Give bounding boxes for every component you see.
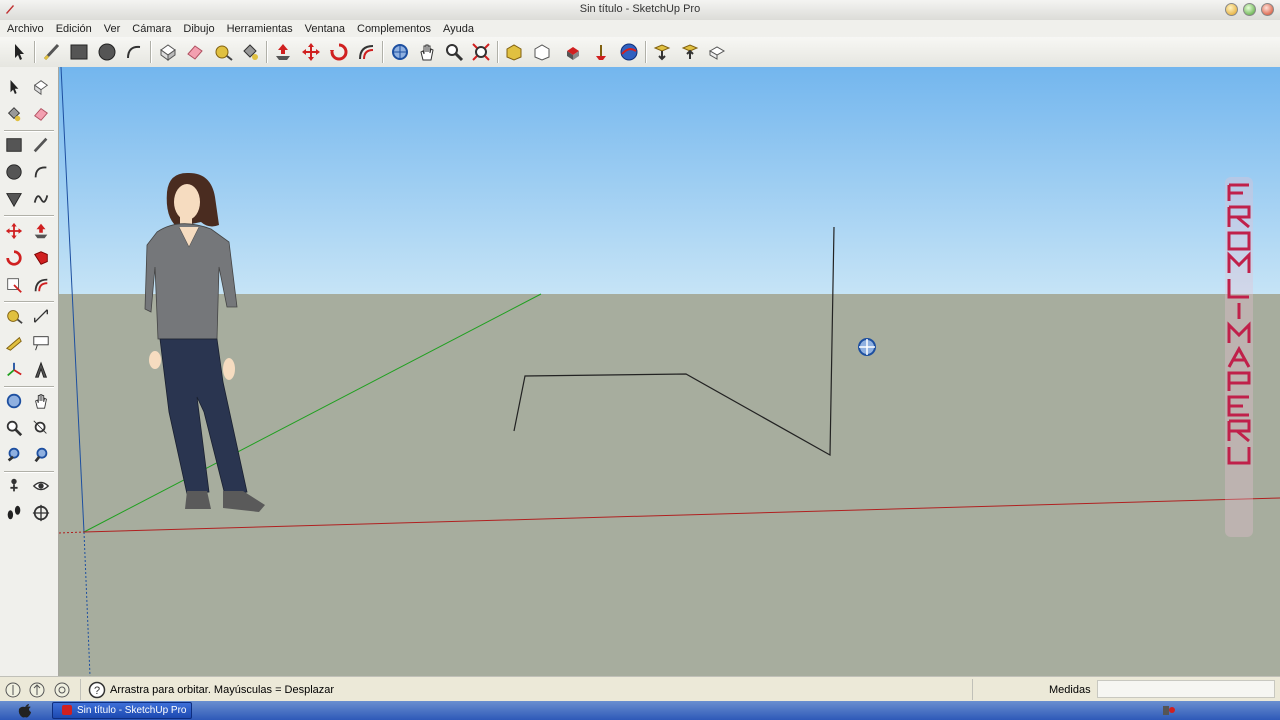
taskbar: Sin título - SketchUp Pro xyxy=(0,701,1280,720)
tape-measure-icon[interactable] xyxy=(211,40,235,64)
maximize-button[interactable] xyxy=(1243,3,1256,16)
menu-complementos[interactable]: Complementos xyxy=(350,23,436,35)
zoom-icon[interactable] xyxy=(2,416,26,440)
push-pull-icon[interactable] xyxy=(271,40,295,64)
zoom-extents-icon[interactable] xyxy=(469,40,493,64)
position-camera-icon[interactable] xyxy=(2,474,26,498)
add-location-icon[interactable] xyxy=(705,40,729,64)
menu-dibujo[interactable]: Dibujo xyxy=(176,23,219,35)
walk-icon[interactable] xyxy=(2,501,26,525)
dimension-icon[interactable] xyxy=(29,304,53,328)
look-around-icon[interactable] xyxy=(29,474,53,498)
freehand-icon[interactable] xyxy=(29,187,53,211)
share-model-icon[interactable] xyxy=(530,40,554,64)
drawing-viewport[interactable] xyxy=(59,67,1280,676)
left-toolbar xyxy=(0,67,59,676)
geolocation-icon[interactable] xyxy=(4,681,22,699)
menu-ver[interactable]: Ver xyxy=(97,23,126,35)
move-icon[interactable] xyxy=(299,40,323,64)
circle-icon[interactable] xyxy=(95,40,119,64)
pan-icon[interactable] xyxy=(29,389,53,413)
measurements-input[interactable] xyxy=(1097,680,1275,698)
menu-edicion[interactable]: Edición xyxy=(49,23,97,35)
axes-icon[interactable] xyxy=(2,358,26,382)
send-to-layout-icon[interactable] xyxy=(617,40,641,64)
extension-warehouse-icon[interactable] xyxy=(589,40,613,64)
zoom-extents-icon[interactable] xyxy=(29,443,53,467)
zoom-icon[interactable] xyxy=(442,40,466,64)
get-models-icon[interactable] xyxy=(502,40,526,64)
tape-measure-icon[interactable] xyxy=(2,304,26,328)
scale-icon[interactable] xyxy=(2,273,26,297)
scene-canvas[interactable] xyxy=(59,67,1280,676)
minimize-button[interactable] xyxy=(1225,3,1238,16)
tray-icon[interactable] xyxy=(1162,704,1176,717)
protractor-icon[interactable] xyxy=(2,331,26,355)
rotate-icon[interactable] xyxy=(2,246,26,270)
paint-bucket-icon[interactable] xyxy=(238,40,262,64)
close-button[interactable] xyxy=(1261,3,1274,16)
share-component-icon[interactable] xyxy=(561,40,585,64)
eraser-icon[interactable] xyxy=(29,102,53,126)
apple-icon[interactable] xyxy=(18,703,32,718)
select-icon[interactable] xyxy=(2,75,26,99)
section-plane-icon[interactable] xyxy=(29,501,53,525)
watermark-logo xyxy=(1225,177,1253,537)
menu-bar: Archivo Edición Ver Cámara Dibujo Herram… xyxy=(0,20,1280,37)
menu-archivo[interactable]: Archivo xyxy=(0,23,49,35)
menu-camara[interactable]: Cámara xyxy=(125,23,176,35)
main-toolbar xyxy=(0,37,1280,68)
offset-icon[interactable] xyxy=(29,273,53,297)
menu-herramientas[interactable]: Herramientas xyxy=(220,23,298,35)
credits-icon[interactable] xyxy=(28,681,46,699)
select-icon[interactable] xyxy=(7,40,31,64)
rotate-icon[interactable] xyxy=(327,40,351,64)
photo-textures-icon[interactable] xyxy=(678,40,702,64)
rectangle-icon[interactable] xyxy=(2,133,26,157)
zoom-window-icon[interactable] xyxy=(29,416,53,440)
svg-text:?: ? xyxy=(94,685,100,697)
menu-ventana[interactable]: Ventana xyxy=(298,23,350,35)
arc-icon[interactable] xyxy=(122,40,146,64)
previous-view-icon[interactable] xyxy=(2,443,26,467)
paint-bucket-icon[interactable] xyxy=(2,102,26,126)
status-bar: ? Arrastra para orbitar. Mayúsculas = De… xyxy=(0,676,1280,702)
pan-icon[interactable] xyxy=(415,40,439,64)
window-title: Sin título - SketchUp Pro xyxy=(579,3,701,15)
polygon-icon[interactable] xyxy=(2,187,26,211)
sketchup-task-icon xyxy=(62,705,72,715)
menu-ayuda[interactable]: Ayuda xyxy=(436,23,479,35)
user-icon[interactable] xyxy=(53,681,71,699)
text-icon[interactable] xyxy=(29,331,53,355)
push-pull-icon[interactable] xyxy=(29,219,53,243)
orbit-cursor-icon xyxy=(858,338,876,356)
arc-icon[interactable] xyxy=(29,160,53,184)
make-component-icon[interactable] xyxy=(29,75,53,99)
make-component-icon[interactable] xyxy=(156,40,180,64)
taskbar-sketchup-button[interactable]: Sin título - SketchUp Pro xyxy=(52,702,192,719)
status-hint: Arrastra para orbitar. Mayúsculas = Desp… xyxy=(110,684,335,696)
offset-icon[interactable] xyxy=(354,40,378,64)
line-icon[interactable] xyxy=(40,40,64,64)
help-icon[interactable]: ? xyxy=(88,681,106,699)
orbit-icon[interactable] xyxy=(2,389,26,413)
eraser-icon[interactable] xyxy=(183,40,207,64)
title-bar: Sin título - SketchUp Pro xyxy=(0,0,1280,21)
sky xyxy=(59,67,1280,295)
follow-me-icon[interactable] xyxy=(29,246,53,270)
measurements-label: Medidas xyxy=(1049,684,1091,696)
line-icon[interactable] xyxy=(29,133,53,157)
rectangle-icon[interactable] xyxy=(67,40,91,64)
orbit-icon[interactable] xyxy=(388,40,412,64)
move-icon[interactable] xyxy=(2,219,26,243)
preview-icon[interactable] xyxy=(650,40,674,64)
circle-icon[interactable] xyxy=(2,160,26,184)
3d-text-icon[interactable] xyxy=(29,358,53,382)
